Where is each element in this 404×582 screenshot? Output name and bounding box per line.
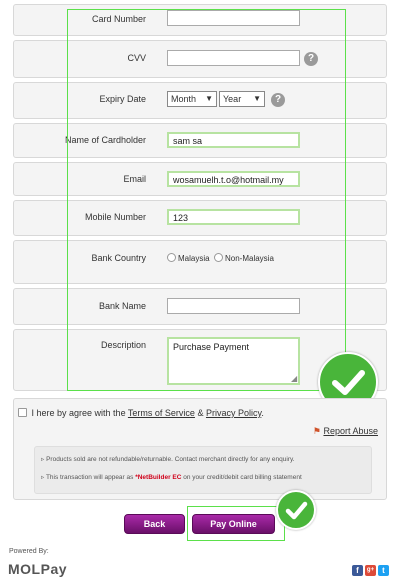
powered-by-label: Powered By: — [9, 548, 49, 555]
report-abuse-link[interactable]: Report Abuse — [323, 426, 378, 436]
merchant-name: *NetBuilder EC — [135, 474, 182, 481]
twitter-icon[interactable]: t — [378, 565, 389, 576]
back-button[interactable]: Back — [124, 514, 185, 534]
notice-line-1: ▹ Products sold are not refundable/retur… — [41, 455, 295, 463]
pay-online-button[interactable]: Pay Online — [192, 514, 275, 534]
checkmark-small-icon — [276, 490, 316, 530]
notice-line-2: ▹ This transaction will appear as *NetBu… — [41, 473, 302, 481]
terms-of-service-link[interactable]: Terms of Service — [128, 408, 195, 418]
molpay-logo: MOLPay — [8, 561, 68, 577]
terms-section: I here by agree with the Terms of Servic… — [13, 398, 387, 500]
flag-icon: ⚑ — [312, 426, 321, 436]
google-plus-icon[interactable]: g+ — [365, 565, 376, 576]
social-icons: f g+ t — [352, 565, 389, 576]
facebook-icon[interactable]: f — [352, 565, 363, 576]
privacy-policy-link[interactable]: Privacy Policy — [206, 408, 261, 418]
notice-box: ▹ Products sold are not refundable/retur… — [34, 446, 372, 494]
notice-text-2-suffix: on your credit/debit card billing statem… — [181, 474, 302, 481]
checkmark-small-glyph — [285, 501, 308, 520]
terms-prefix: I here by agree with the — [31, 408, 128, 418]
terms-checkbox[interactable] — [18, 408, 27, 417]
notice-text-2-prefix: This transaction will appear as — [45, 474, 136, 481]
report-abuse[interactable]: ⚑ Report Abuse — [313, 426, 378, 437]
notice-text-1: Products sold are not refundable/returna… — [46, 456, 295, 463]
terms-line: I here by agree with the Terms of Servic… — [18, 408, 264, 418]
terms-amp: & — [194, 408, 206, 418]
terms-suffix: . — [261, 408, 264, 418]
form-highlight — [67, 9, 346, 391]
